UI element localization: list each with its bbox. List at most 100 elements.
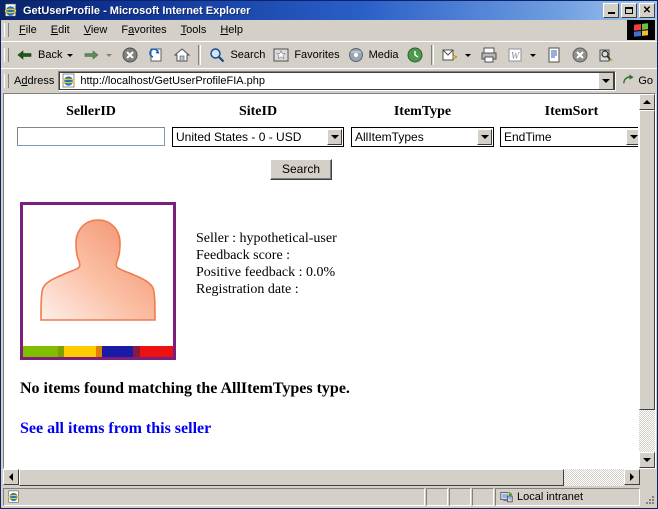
address-input[interactable]: http://localhost/GetUserProfileFIA.php <box>58 70 617 91</box>
scroll-left-button[interactable] <box>3 469 19 485</box>
no-items-message: No items found matching the AllItemTypes… <box>20 380 350 397</box>
media-button[interactable]: Media <box>343 44 402 66</box>
user-silhouette-icon <box>40 219 156 321</box>
vertical-scrollbar[interactable] <box>638 94 655 468</box>
menu-item-help[interactable]: Help <box>213 22 250 38</box>
siteid-select[interactable]: United States - 0 - USD <box>172 127 344 147</box>
siteid-selected-value: United States - 0 - USD <box>176 130 302 144</box>
itemsort-select[interactable]: EndTime <box>500 127 638 147</box>
ie-page-icon <box>63 73 75 87</box>
forward-dropdown-arrow[interactable] <box>106 53 113 57</box>
field-group-sellerid: SellerID <box>17 104 165 147</box>
itemtype-select[interactable]: AllItemTypes <box>351 127 494 147</box>
mail-button[interactable] <box>437 44 476 66</box>
intranet-zone-icon <box>500 492 513 503</box>
ie-document-icon <box>3 3 19 18</box>
history-button[interactable] <box>402 44 428 66</box>
forward-arrow-icon <box>85 50 99 60</box>
messenger-icon <box>572 47 588 63</box>
menu-bar: File Edit View Favorites Tools Help <box>1 20 657 41</box>
see-all-items-link[interactable]: See all items from this seller <box>20 420 211 438</box>
refresh-button[interactable] <box>143 44 169 66</box>
title-bar: GetUserProfile - Microsoft Internet Expl… <box>1 1 657 20</box>
colorbar-seg-green <box>23 346 58 357</box>
close-button[interactable]: ✕ <box>639 3 655 18</box>
web-page: SellerID SiteID United States - 0 - USD … <box>4 94 638 468</box>
minimize-button[interactable] <box>603 3 619 18</box>
toolbar-separator <box>198 45 202 65</box>
discuss-button[interactable] <box>541 44 567 66</box>
search-icon <box>210 48 225 63</box>
menu-item-edit[interactable]: Edit <box>44 22 77 38</box>
history-clock-icon <box>407 47 423 63</box>
seller-profile: Seller : hypothetical-user Feedback scor… <box>20 202 638 360</box>
toolbar-separator-2 <box>430 45 434 65</box>
itemtype-selected-value: AllItemTypes <box>355 130 424 144</box>
forward-button[interactable] <box>78 44 117 66</box>
mail-icon <box>442 49 458 61</box>
main-toolbar: Back Search Favorites Media W <box>1 41 657 68</box>
vertical-scroll-thumb[interactable] <box>639 110 655 410</box>
scroll-up-button[interactable] <box>639 94 655 110</box>
address-bar: Address http://localhost/GetUserProfileF… <box>1 68 657 92</box>
menu-grip[interactable] <box>4 23 9 37</box>
search-button[interactable]: Search <box>204 44 268 66</box>
windows-logo-icon <box>627 20 655 40</box>
messenger-button[interactable] <box>567 44 593 66</box>
positive-feedback-line: Positive feedback : 0.0% <box>196 265 336 280</box>
go-label: Go <box>638 74 653 87</box>
itemsort-dropdown-arrow[interactable] <box>626 129 638 145</box>
address-url-text: http://localhost/GetUserProfileFIA.php <box>80 74 266 87</box>
edit-button[interactable]: W <box>502 44 541 66</box>
menu-item-tools[interactable]: Tools <box>174 22 214 38</box>
back-button[interactable]: Back <box>12 44 78 66</box>
siteid-dropdown-arrow[interactable] <box>327 129 342 145</box>
back-label: Back <box>38 49 63 61</box>
stop-icon <box>122 47 138 63</box>
sellerid-input[interactable] <box>17 127 165 146</box>
maximize-button[interactable] <box>621 3 637 18</box>
itemtype-dropdown-arrow[interactable] <box>477 129 492 145</box>
security-zone-label: Local intranet <box>517 491 584 503</box>
window-title: GetUserProfile - Microsoft Internet Expl… <box>23 4 251 17</box>
itemsort-header: ItemSort <box>544 104 599 119</box>
horizontal-scrollbar[interactable] <box>3 469 656 486</box>
menu-item-file[interactable]: File <box>12 22 44 38</box>
colorbar-seg-blue <box>102 346 134 357</box>
feedback-score-line: Feedback score : <box>196 248 291 263</box>
vertical-scroll-track[interactable] <box>639 110 655 452</box>
address-grip[interactable] <box>4 73 9 88</box>
horizontal-scroll-thumb[interactable] <box>19 469 564 486</box>
word-edit-icon: W <box>508 48 522 62</box>
scroll-down-button[interactable] <box>639 452 655 468</box>
back-dropdown-arrow[interactable] <box>67 53 74 57</box>
colorbar-seg-red <box>139 346 173 357</box>
resize-grip[interactable] <box>641 489 655 505</box>
menu-item-view[interactable]: View <box>77 22 115 38</box>
status-panel-3 <box>449 488 471 506</box>
menu-item-favorites[interactable]: Favorites <box>114 22 173 38</box>
ie-page-icon-small <box>8 490 19 503</box>
window-controls: ✕ <box>603 3 655 18</box>
mail-dropdown-arrow[interactable] <box>464 53 471 57</box>
go-button[interactable]: Go <box>616 73 657 88</box>
itemsort-selected-value: EndTime <box>504 130 552 144</box>
back-arrow-icon <box>17 50 32 60</box>
search-label: Search <box>230 49 266 61</box>
go-arrow-icon <box>623 74 634 84</box>
scroll-right-button[interactable] <box>624 469 640 485</box>
toolbar-grip[interactable] <box>4 48 9 62</box>
favorites-button[interactable]: Favorites <box>268 44 342 66</box>
research-button[interactable] <box>593 44 619 66</box>
print-button[interactable] <box>476 44 502 66</box>
search-submit-button[interactable]: Search <box>269 159 333 180</box>
address-dropdown-button[interactable] <box>598 71 615 90</box>
edit-dropdown-arrow[interactable] <box>529 53 536 57</box>
address-label: Address <box>14 74 55 87</box>
media-icon <box>348 48 363 62</box>
status-panel-2 <box>426 488 448 506</box>
security-zone-panel[interactable]: Local intranet <box>495 488 640 506</box>
horizontal-scroll-track[interactable] <box>19 469 624 486</box>
stop-button[interactable] <box>117 44 143 66</box>
home-button[interactable] <box>169 44 195 66</box>
